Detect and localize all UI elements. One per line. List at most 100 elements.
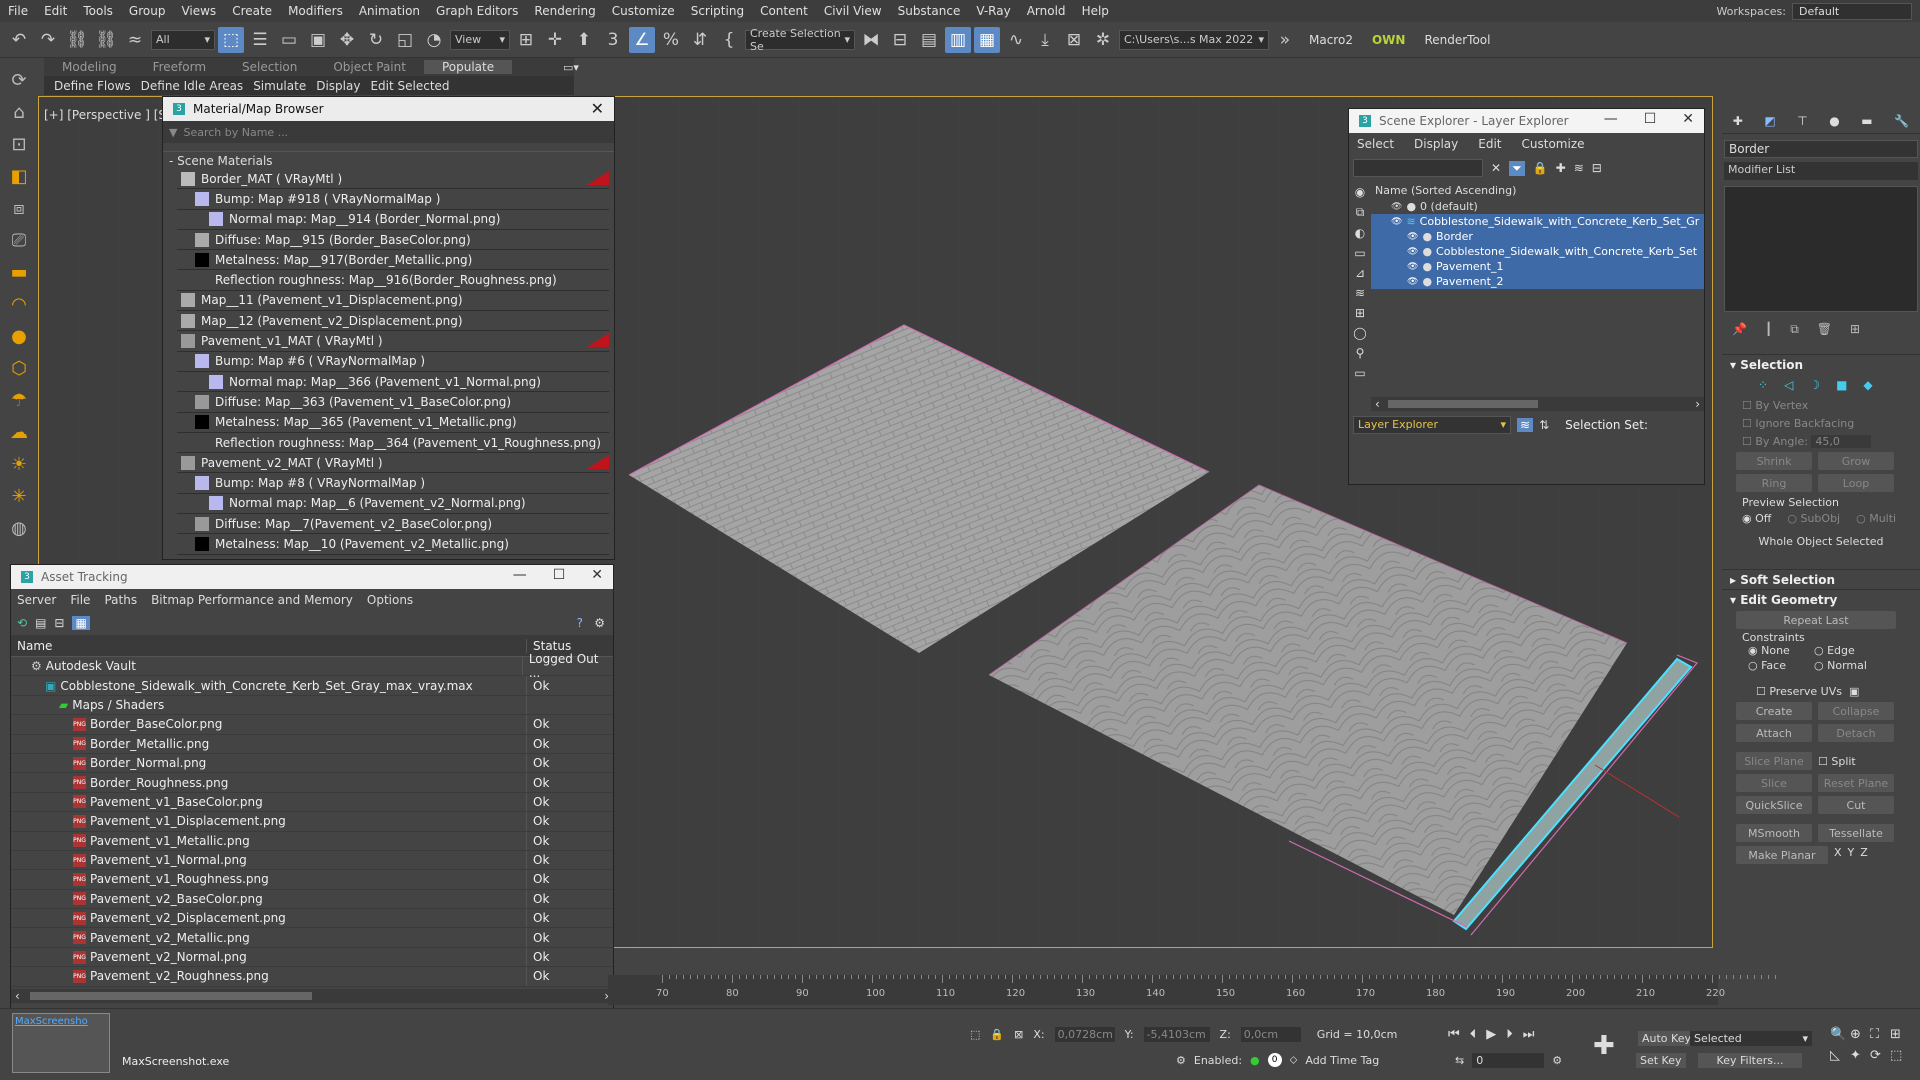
menu-item[interactable]: Tools — [75, 4, 121, 18]
material-browser-titlebar[interactable]: 3 Material/Map Browser ✕ — [163, 97, 614, 121]
ribbon-tab[interactable]: Selection — [224, 60, 315, 74]
asset-row[interactable]: PNG Pavement_v2_Normal.png Ok — [11, 947, 613, 968]
ribbon-options-icon[interactable]: ▭▾ — [563, 61, 579, 74]
refresh-icon[interactable]: ⟲ — [17, 616, 27, 630]
go-to-end-icon[interactable]: ⏭ — [1523, 1027, 1535, 1042]
material-list-item[interactable]: Metalness: Map__917(Border_Metallic.png) — [177, 250, 609, 271]
slice-button[interactable]: Slice — [1736, 774, 1812, 792]
asset-row[interactable]: PNG Pavement_v1_Displacement.png Ok — [11, 812, 613, 832]
menu-item[interactable]: Scripting — [683, 4, 752, 18]
configure-sets-icon[interactable]: ⊞ — [1850, 322, 1860, 336]
populate-command[interactable]: Display — [316, 79, 360, 93]
material-list-item[interactable]: Diffuse: Map__915 (Border_BaseColor.png) — [177, 230, 609, 251]
play-icon[interactable]: ▶ — [1486, 1027, 1496, 1042]
x-coordinate-field[interactable]: 0,0728cm — [1054, 1027, 1115, 1042]
viewport-label[interactable]: [+] [Perspective ] [St — [44, 108, 171, 122]
cut-button[interactable]: Cut — [1818, 796, 1894, 814]
edit-named-sets-icon[interactable]: { — [716, 27, 742, 53]
modifier-list-dropdown[interactable]: Modifier List — [1724, 162, 1918, 180]
selection-rollout[interactable]: ▾ Selection — [1722, 354, 1920, 374]
menu-item[interactable]: Civil View — [816, 4, 890, 18]
material-list-item[interactable]: Bump: Map #6 ( VRayNormalMap ) — [177, 352, 609, 372]
utilities-tab-icon[interactable]: 🔧 — [1894, 114, 1909, 128]
edge-icon[interactable]: ◁ — [1784, 378, 1793, 392]
dome-icon[interactable]: ◠ — [7, 292, 31, 316]
reset-plane-button[interactable]: Reset Plane — [1818, 774, 1894, 792]
loop-button[interactable]: Loop — [1818, 474, 1894, 492]
populate-command[interactable]: Simulate — [253, 79, 306, 93]
workspaces-value[interactable]: Default — [1792, 2, 1912, 20]
make-planar-button[interactable]: Make Planar — [1736, 846, 1828, 864]
close-icon[interactable]: ✕ — [591, 99, 604, 118]
layer-stack-icon[interactable]: ≋ — [1517, 418, 1534, 432]
pivot-icon[interactable]: ⊞ — [513, 27, 539, 53]
ribbon-tab[interactable]: Object Paint — [315, 60, 424, 74]
explorer-mode-dropdown[interactable]: Layer Explorer ▾ — [1353, 416, 1511, 434]
xref-icon[interactable]: ◯ — [1353, 326, 1366, 340]
helpers-icon[interactable]: ⊿ — [1355, 266, 1365, 280]
asset-row[interactable]: PNG Border_Metallic.png Ok — [11, 734, 613, 754]
place-icon[interactable]: ◔ — [421, 27, 447, 53]
off-radio[interactable]: ◉ Off — [1742, 512, 1771, 525]
scene-explorer-titlebar[interactable]: 3 Scene Explorer - Layer Explorer — ☐ ✕ — [1349, 109, 1704, 133]
by-vertex-checkbox[interactable]: ☐ By Vertex — [1742, 396, 1920, 414]
asset-row[interactable]: ▣ Cobblestone_Sidewalk_with_Concrete_Kerb… — [11, 676, 613, 696]
material-list-item[interactable]: Normal map: Map__914 (Border_Normal.png) — [177, 210, 609, 230]
ref-coord-dropdown[interactable]: View ▾ — [450, 29, 510, 50]
maximize-icon[interactable]: ☐ — [553, 567, 566, 583]
settings-icon[interactable]: ▣ — [1849, 685, 1859, 698]
scene-search-input[interactable] — [1353, 159, 1483, 177]
scene-menu-item[interactable]: Select — [1357, 137, 1394, 151]
maximize-icon[interactable]: ☐ — [1644, 111, 1657, 127]
timeline-ruler[interactable]: 70 80 90 100 110 120 130 140 150 160 170 180 190 200 2… — [608, 975, 1776, 1005]
viewport-layout-icon[interactable]: ⌂ — [7, 100, 31, 124]
show-end-result-icon[interactable]: ┃ — [1765, 322, 1772, 336]
object-name-field[interactable]: Border — [1724, 140, 1918, 158]
display-none-icon[interactable]: ◉ — [1355, 185, 1365, 199]
go-to-start-icon[interactable]: ⏮ — [1448, 1027, 1460, 1042]
tessellate-button[interactable]: Tessellate — [1818, 824, 1894, 842]
none-radio[interactable]: ◉ None — [1748, 644, 1814, 657]
col-status[interactable]: Status — [526, 638, 571, 653]
layer-options-icon[interactable]: ⊟ — [1592, 161, 1602, 175]
edit-geometry-rollout[interactable]: ▾ Edit Geometry — [1722, 589, 1920, 609]
menu-item[interactable]: Substance — [890, 4, 969, 18]
scene-list-header[interactable]: Name (Sorted Ascending) — [1371, 181, 1704, 199]
planar-z-button[interactable]: Z — [1860, 846, 1868, 864]
asset-row[interactable]: PNG Border_Roughness.png Ok — [11, 773, 613, 793]
asset-row[interactable]: PNG Border_BaseColor.png Ok — [11, 715, 613, 735]
asset-row[interactable]: PNG Pavement_v2_Metallic.png Ok — [11, 928, 613, 948]
asset-row[interactable]: PNG Pavement_v1_Metallic.png Ok — [11, 831, 613, 851]
lock-icon[interactable]: 🔒 — [1533, 161, 1548, 175]
create-tab-icon[interactable]: ✚ — [1733, 114, 1743, 128]
filter-icon[interactable]: ⏷ — [1509, 160, 1525, 176]
rect-selection-icon[interactable]: ▭ — [276, 27, 302, 53]
scene-menu-item[interactable]: Display — [1414, 137, 1458, 151]
material-list-item[interactable]: Bump: Map #8 ( VRayNormalMap ) — [177, 473, 609, 494]
material-list-item[interactable]: Diffuse: Map__7(Pavement_v2_BaseColor.pn… — [177, 514, 609, 535]
key-mode-icon[interactable]: ⇆ — [1455, 1054, 1464, 1067]
project-path-dropdown[interactable]: C:\Users\s...s Max 2022 ▾ — [1119, 29, 1269, 50]
clear-icon[interactable]: ✕ — [1491, 161, 1501, 175]
menu-item[interactable]: Customize — [604, 4, 683, 18]
material-list-item[interactable]: Pavement_v2_MAT ( VRayMtl ) — [177, 453, 609, 474]
group-icon[interactable]: ⊞ — [1355, 306, 1365, 320]
scene-explorer-icon[interactable]: ▥ — [945, 26, 971, 53]
multi-radio[interactable]: ○ Multi — [1856, 512, 1896, 525]
scene-menu-item[interactable]: Customize — [1522, 137, 1585, 151]
scene-tree-item[interactable]: 👁 ● Pavement_2 — [1371, 274, 1704, 289]
next-frame-icon[interactable]: ⏵ — [1506, 1027, 1513, 1042]
menu-item[interactable]: Graph Editors — [428, 4, 526, 18]
material-list-item[interactable]: Reflection roughness: Map__364 (Pavement… — [177, 433, 609, 454]
shrink-button[interactable]: Shrink — [1736, 452, 1812, 470]
ribbon-toggle-icon[interactable]: ▦ — [974, 26, 1000, 53]
material-search-input[interactable]: Search by Name ... — [183, 126, 288, 139]
menu-item[interactable]: Rendering — [526, 4, 603, 18]
absolute-mode-icon[interactable]: ⊠ — [1014, 1028, 1023, 1041]
material-list-item[interactable]: Map__11 (Pavement_v1_Displacement.png) — [177, 291, 609, 312]
material-list-item[interactable]: Metalness: Map__365 (Pavement_v1_Metalli… — [177, 413, 609, 433]
orbit-nav-icon[interactable]: ⟳ — [1870, 1048, 1890, 1063]
material-list-item[interactable]: Diffuse: Map__363 (Pavement_v1_BaseColor… — [177, 392, 609, 413]
col-name[interactable]: Name — [11, 639, 526, 653]
attach-button[interactable]: Attach — [1736, 724, 1812, 742]
